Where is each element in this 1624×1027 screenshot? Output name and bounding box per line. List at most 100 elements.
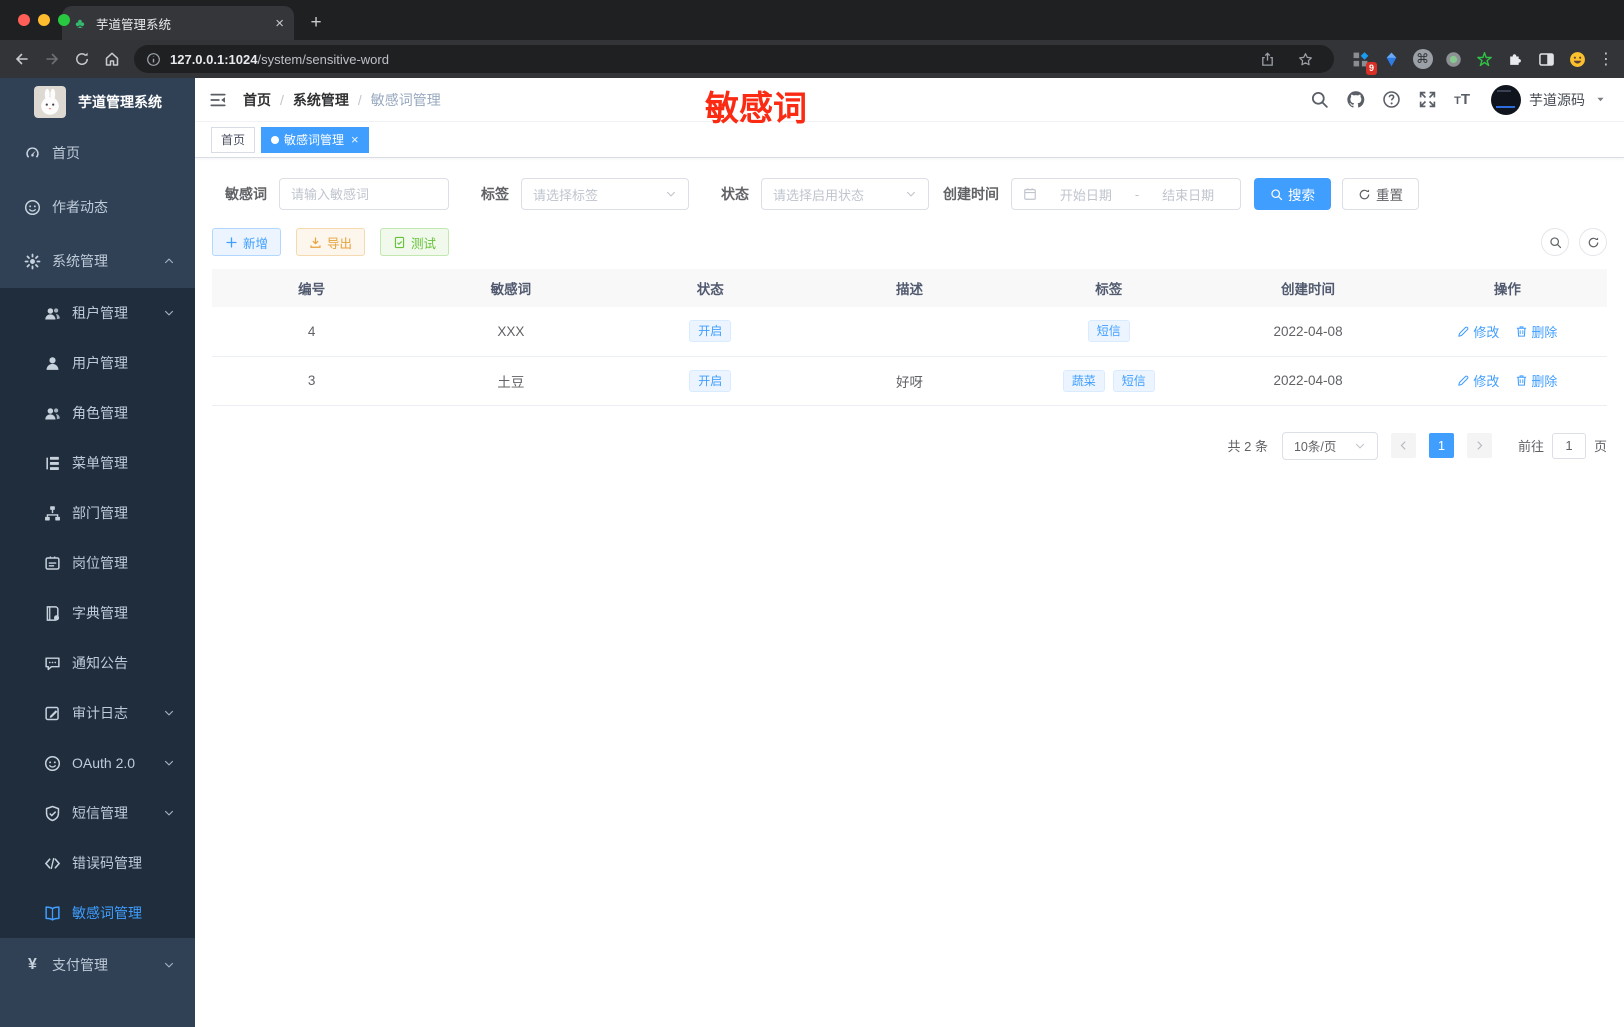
delete-link[interactable]: 删除 (1515, 322, 1557, 341)
log-icon (44, 705, 61, 722)
site-info-icon[interactable] (146, 52, 161, 67)
edit-pen-icon (1457, 325, 1470, 338)
goto-page-input[interactable] (1551, 432, 1586, 459)
prev-page-button[interactable] (1390, 433, 1416, 458)
sidebar-item-dict[interactable]: 字典管理 (0, 588, 195, 638)
app-logo-bar[interactable]: 芋道管理系统 (0, 78, 195, 126)
app-navbar: 首页 / 系统管理 / 敏感词管理 敏感词 TT 芋道源码 (195, 78, 1624, 126)
sidebar-item-label: 用户管理 (72, 355, 128, 371)
sidebar-item-notice[interactable]: 通知公告 (0, 638, 195, 688)
browser-menu-icon[interactable]: ⋮ (1596, 49, 1616, 69)
current-page-button[interactable]: 1 (1428, 433, 1454, 458)
delete-link[interactable]: 删除 (1515, 371, 1557, 390)
browser-tab[interactable]: ♣ 芋道管理系统 × (62, 6, 294, 40)
browser-toolbar: 127.0.0.1:1024/system/sensitive-word 9 ⌘… (0, 40, 1624, 78)
column-header: 编号 (212, 269, 412, 307)
new-tab-button[interactable]: + (302, 9, 330, 37)
sidebar-item-post[interactable]: 岗位管理 (0, 538, 195, 588)
sidebar-item-tenant[interactable]: 租户管理 (0, 288, 195, 338)
org-icon (44, 505, 61, 522)
tag-select[interactable]: 请选择标签 (521, 178, 689, 210)
extensions-puzzle-icon[interactable] (1503, 47, 1528, 72)
edit-link[interactable]: 修改 (1457, 371, 1499, 390)
minimize-window-button[interactable] (38, 14, 50, 26)
sensitive-word-table: 编号 敏感词 状态 描述 标签 创建时间 操作 4 XXX 开启 短信 2022-04-08 修改 删除… (212, 269, 1607, 406)
sidebar-item-author[interactable]: 作者动态 (0, 180, 195, 234)
github-icon[interactable] (1346, 90, 1365, 109)
edit-link[interactable]: 修改 (1457, 322, 1499, 341)
test-button[interactable]: 测试 (380, 228, 450, 256)
extension-record-icon[interactable] (1441, 47, 1466, 72)
user-menu[interactable]: 芋道源码 (1491, 84, 1606, 115)
keyword-input[interactable] (279, 178, 449, 210)
breadcrumb-item[interactable]: 系统管理 (293, 90, 349, 110)
extension-green-star-icon[interactable] (1472, 47, 1497, 72)
bookmark-star-icon[interactable] (1298, 52, 1313, 67)
refresh-table-button[interactable] (1579, 228, 1607, 256)
sidebar-item-menu[interactable]: 菜单管理 (0, 438, 195, 488)
sidebar-item-pay[interactable]: ¥ 支付管理 (0, 938, 195, 992)
extension-command-icon[interactable]: ⌘ (1410, 47, 1435, 72)
export-button[interactable]: 导出 (296, 228, 366, 256)
add-button[interactable]: 新增 (212, 228, 282, 256)
sidebar-item-system[interactable]: 系统管理 (0, 234, 195, 288)
sidebar-item-user[interactable]: 用户管理 (0, 338, 195, 388)
sidebar-item-role[interactable]: 角色管理 (0, 388, 195, 438)
back-button[interactable] (8, 45, 36, 73)
side-panel-icon[interactable] (1534, 47, 1559, 72)
sidebar-item-errcode[interactable]: 错误码管理 (0, 838, 195, 888)
sidebar-item-dept[interactable]: 部门管理 (0, 488, 195, 538)
help-icon[interactable] (1382, 90, 1401, 109)
sms-icon (44, 805, 61, 822)
table-row: 4 XXX 开启 短信 2022-04-08 修改 删除 (212, 307, 1607, 357)
view-tab-首页[interactable]: 首页 (211, 126, 256, 153)
cell-word: 土豆 (411, 356, 611, 406)
close-icon[interactable]: × (351, 132, 359, 147)
red-annotation-text: 敏感词 (705, 90, 807, 128)
date-range-picker[interactable]: 开始日期 - 结束日期 (1011, 178, 1241, 210)
breadcrumb-item[interactable]: 首页 (243, 90, 271, 110)
url-text: 127.0.0.1:1024/system/sensitive-word (170, 51, 389, 67)
trash-icon (1515, 374, 1528, 387)
address-bar[interactable]: 127.0.0.1:1024/system/sensitive-word (134, 45, 1334, 73)
reset-button[interactable]: 重置 (1342, 178, 1419, 210)
sidebar-collapse-button[interactable] (195, 78, 241, 122)
reload-button[interactable] (68, 45, 96, 73)
home-button[interactable] (98, 45, 126, 73)
profile-avatar[interactable] (1565, 47, 1590, 72)
view-tab-label: 敏感词管理 (284, 133, 345, 147)
cell-id: 3 (212, 356, 412, 406)
toggle-search-button[interactable] (1541, 228, 1569, 256)
view-tab-敏感词管理[interactable]: 敏感词管理 × (261, 126, 369, 153)
search-button[interactable]: 搜索 (1254, 178, 1331, 210)
fullscreen-icon[interactable] (1418, 90, 1437, 109)
table-toolbar: 新增 导出 测试 (212, 228, 1607, 256)
forward-button[interactable] (38, 45, 66, 73)
gear-icon (24, 253, 41, 270)
sidebar-item-oauth[interactable]: OAuth 2.0 (0, 738, 195, 788)
next-page-button[interactable] (1466, 433, 1492, 458)
author-icon (24, 199, 41, 216)
sidebar-item-sensitive[interactable]: 敏感词管理 (0, 888, 195, 938)
extension-gem-icon[interactable] (1379, 47, 1404, 72)
sidebar-item-log[interactable]: 审计日志 (0, 688, 195, 738)
sidebar-item-home[interactable]: 首页 (0, 126, 195, 180)
search-icon[interactable] (1310, 90, 1329, 109)
plus-icon (225, 236, 238, 249)
chevron-down-icon (1595, 94, 1606, 105)
extension-grid-icon[interactable]: 9 (1348, 47, 1377, 75)
sidebar-item-label: 短信管理 (72, 805, 128, 821)
page-size-select[interactable]: 10条/页 (1281, 431, 1378, 460)
status-select[interactable]: 请选择启用状态 (761, 178, 929, 210)
column-header: 状态 (610, 269, 810, 307)
goto-label: 前往 (1517, 439, 1544, 454)
sidebar-item-sms[interactable]: 短信管理 (0, 788, 195, 838)
font-size-icon[interactable]: TT (1454, 92, 1470, 107)
zoom-window-button[interactable] (58, 14, 70, 26)
edit-pen-icon (1457, 374, 1470, 387)
date-label: 创建时间 (943, 186, 999, 202)
chevron-down-icon (163, 307, 175, 319)
share-icon[interactable] (1260, 51, 1275, 67)
close-window-button[interactable] (18, 14, 30, 26)
tab-close-icon[interactable]: × (275, 15, 284, 32)
